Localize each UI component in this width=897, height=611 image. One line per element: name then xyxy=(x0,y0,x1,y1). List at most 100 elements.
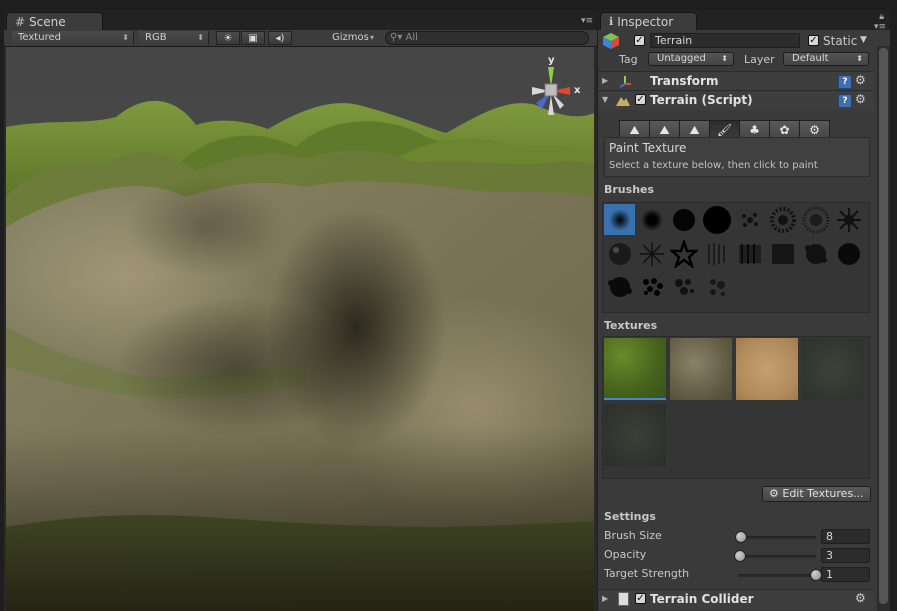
transform-header[interactable]: ▶ Transform ? ⚙ xyxy=(598,71,874,91)
gizmo-y-label: y xyxy=(548,55,555,66)
brush-size-row: Brush Size 8 xyxy=(598,528,874,547)
foldout-arrow-icon[interactable]: ▶ xyxy=(602,76,608,85)
brush-item[interactable] xyxy=(833,238,864,269)
brush-item[interactable] xyxy=(668,204,699,235)
brush-item[interactable] xyxy=(800,238,831,269)
render-mode-dropdown[interactable]: RGB ⬍ xyxy=(139,31,209,45)
inspector-panel: ℹ Inspector 🔒︎ ▾≡ ✓ Terrain ✓ Static ▼ T… xyxy=(598,10,890,611)
static-dropdown-arrow-icon[interactable]: ▼ xyxy=(860,35,867,45)
draw-mode-value: Textured xyxy=(18,32,61,43)
brush-item[interactable] xyxy=(800,204,831,235)
texture-grass[interactable] xyxy=(604,338,666,400)
textures-grid xyxy=(602,336,870,479)
brush-item[interactable] xyxy=(701,204,732,235)
paint-texture-hint: Select a texture below, then click to pa… xyxy=(609,160,818,171)
texture-sand[interactable] xyxy=(736,338,798,400)
brush-item[interactable] xyxy=(604,271,635,302)
gizmos-label: Gizmos xyxy=(332,32,369,43)
smooth-height-icon: ⛰ xyxy=(689,122,700,137)
sun-icon: ☀ xyxy=(223,32,233,44)
gizmo-x-label: x xyxy=(574,85,581,96)
dropdown-arrow-icon: ⬍ xyxy=(122,33,129,42)
brush-item[interactable] xyxy=(668,271,699,302)
gear-icon: ⚙ xyxy=(809,123,820,137)
brush-item[interactable] xyxy=(833,204,864,235)
opacity-field[interactable]: 3 xyxy=(821,548,870,563)
gear-icon[interactable]: ⚙ xyxy=(855,92,866,106)
raise-terrain-icon: ⛰ xyxy=(629,122,640,137)
active-checkbox[interactable]: ✓ xyxy=(634,35,645,46)
brush-item[interactable] xyxy=(636,271,667,302)
brush-item[interactable] xyxy=(734,238,765,269)
dropdown-arrow-icon: ⬍ xyxy=(856,54,863,63)
opacity-row: Opacity 3 xyxy=(598,547,874,566)
brushes-grid xyxy=(602,202,870,313)
panel-menu-icon[interactable]: ▾≡ xyxy=(874,22,886,32)
brush-item[interactable] xyxy=(604,204,635,235)
tab-scene[interactable]: # Scene xyxy=(6,12,103,30)
lock-icon[interactable]: 🔒︎ xyxy=(879,12,884,22)
scrollbar-thumb[interactable] xyxy=(879,48,888,604)
search-icon: ⚲▾ xyxy=(390,32,403,43)
opacity-slider-knob[interactable] xyxy=(733,550,746,562)
brush-item[interactable] xyxy=(701,271,732,302)
terrain-collider-header[interactable]: ▶ ✓ Terrain Collider ⚙ xyxy=(598,589,874,609)
brush-item[interactable] xyxy=(734,204,765,235)
tag-label: Tag xyxy=(619,53,638,66)
transform-icon xyxy=(618,74,632,91)
help-icon[interactable]: ? xyxy=(838,75,852,89)
collider-enabled-checkbox[interactable]: ✓ xyxy=(635,593,646,604)
tag-value: Untagged xyxy=(657,53,706,64)
terrain-enabled-checkbox[interactable]: ✓ xyxy=(635,94,646,105)
inspector-tabbar: ℹ Inspector 🔒︎ ▾≡ xyxy=(598,10,890,32)
brush-item[interactable] xyxy=(767,238,798,269)
brush-item[interactable] xyxy=(604,238,635,269)
brush-item[interactable] xyxy=(767,204,798,235)
object-name-value: Terrain xyxy=(655,34,693,47)
foldout-arrow-icon[interactable]: ▼ xyxy=(602,95,608,104)
scene-viewport[interactable]: y x xyxy=(6,47,594,611)
lighting-toggle[interactable]: ☀ xyxy=(216,31,240,45)
brush-item[interactable] xyxy=(636,204,667,235)
tree-icon: ♣ xyxy=(749,123,760,137)
gear-icon[interactable]: ⚙ xyxy=(855,73,866,87)
texture-dark-rock[interactable] xyxy=(802,338,864,400)
document-icon xyxy=(618,592,629,606)
audio-toggle[interactable]: ◂) xyxy=(268,31,292,45)
target-strength-field[interactable]: 1 xyxy=(821,567,870,582)
brush-icon: 🖌︎ xyxy=(716,123,733,137)
layer-value: Default xyxy=(792,53,829,64)
brush-size-slider-knob[interactable] xyxy=(735,531,748,543)
skybox-toggle[interactable]: ▣ xyxy=(241,31,265,45)
gizmos-dropdown[interactable]: Gizmos ▾ xyxy=(326,31,378,45)
static-checkbox[interactable]: ✓ xyxy=(808,35,819,46)
target-strength-slider-track[interactable] xyxy=(738,574,816,577)
panel-menu-icon[interactable]: ▾≡ xyxy=(581,16,593,26)
tab-inspector[interactable]: ℹ Inspector xyxy=(600,12,697,30)
brush-item[interactable] xyxy=(668,238,699,269)
inspector-scrollbar[interactable] xyxy=(877,46,890,611)
settings-title: Settings xyxy=(604,510,656,523)
tag-dropdown[interactable]: Untagged ⬍ xyxy=(648,52,734,66)
opacity-slider-track[interactable] xyxy=(738,555,816,558)
terrain-view xyxy=(6,47,594,611)
brush-item[interactable] xyxy=(701,238,732,269)
object-name-field[interactable]: Terrain xyxy=(650,33,800,48)
brush-item[interactable] xyxy=(636,238,667,269)
help-icon[interactable]: ? xyxy=(838,94,852,108)
orientation-gizmo[interactable]: y x xyxy=(518,55,584,125)
target-strength-row: Target Strength 1 xyxy=(598,566,874,585)
paint-texture-info: Paint Texture Select a texture below, th… xyxy=(604,137,870,177)
texture-rock[interactable] xyxy=(670,338,732,400)
terrain-script-header[interactable]: ▼ ✓ Terrain (Script) ? ⚙ xyxy=(598,90,874,110)
layer-dropdown[interactable]: Default ⬍ xyxy=(783,52,869,66)
brush-size-slider-track[interactable] xyxy=(738,536,816,539)
scene-search-input[interactable]: ⚲▾ All xyxy=(385,31,589,45)
texture-dark-grass[interactable] xyxy=(604,404,666,466)
gear-icon[interactable]: ⚙ xyxy=(855,591,866,605)
foldout-arrow-icon[interactable]: ▶ xyxy=(602,594,608,603)
scene-grid-icon: # xyxy=(15,14,26,29)
edit-textures-button[interactable]: ⚙ Edit Textures... xyxy=(762,486,871,502)
draw-mode-dropdown[interactable]: Textured ⬍ xyxy=(12,31,134,45)
brush-size-field[interactable]: 8 xyxy=(821,529,870,544)
